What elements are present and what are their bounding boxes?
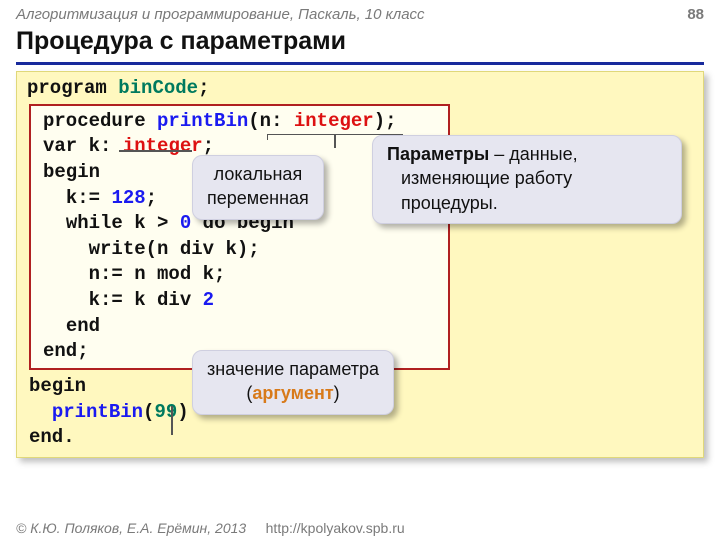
semi3: ; [203,135,214,157]
type-integer: integer [294,110,374,132]
kw-begin-2: begin [29,375,86,397]
semi: ; [198,77,209,99]
id-printBin: printBin [157,110,248,132]
footer-url: http://kpolyakov.spb.ru [266,520,405,536]
colon2: : [100,135,111,157]
callout-arg-close: ) [334,383,340,403]
code-line-nmod: n:= n mod k; [43,262,436,288]
course-label: Алгоритмизация и программирование, Паска… [16,6,425,23]
num-128: 128 [111,187,145,209]
semi4: ; [146,187,157,209]
callout-params: Параметры – данные, изменяющие работу пр… [372,135,682,224]
pointer-local-var [119,150,192,152]
title-rule [16,62,704,65]
code-block: program binCode; procedure printBin(n: i… [16,71,704,458]
title-wrap: Процедура с параметрами [16,25,704,65]
n-rhs: k; [203,263,226,285]
assign-k: k:= [66,187,100,209]
end-semi: end; [43,340,89,362]
id-binCode: binCode [118,77,198,99]
callout-params-l3: процедуры. [387,191,667,215]
callout-local-var-l1: локальная [207,162,309,186]
callout-local-var-l2: переменная [207,186,309,210]
callout-params-l1: Параметры – данные, [387,142,667,166]
code-line-write: write(n div k); [43,237,436,263]
cond: k > [134,212,168,234]
type-integer-2: integer [123,135,203,157]
code-line-end: end [43,314,436,340]
semi2: ; [385,110,396,132]
footer: © К.Ю. Поляков, Е.А. Ерёмин, 2013 http:/… [16,520,405,536]
page-title: Процедура с параметрами [16,25,704,62]
call-close: ) [177,401,188,423]
pointer-argument [171,406,173,434]
callout-params-strong: Параметры [387,144,489,164]
end-dot: end. [29,426,75,448]
call-arg-99: 99 [154,401,177,423]
param-n: n [260,110,271,132]
callout-params-rest: – данные, [489,144,577,164]
write-call: write(n [89,238,169,260]
num-2: 2 [203,289,214,311]
footer-copyright: © К.Ю. Поляков, Е.А. Ерёмин, 2013 [16,520,246,536]
write-rhs: k); [225,238,259,260]
kw-begin: begin [43,161,100,183]
kw-while: while [66,212,123,234]
code-line-procedure: procedure printBin(n: integer); [43,109,436,135]
param-bracket-stem [334,134,336,148]
num-0: 0 [180,212,191,234]
code-line-program: program binCode; [27,76,693,102]
page-number: 88 [687,6,704,23]
div-kw: div [180,238,214,260]
header: Алгоритмизация и программирование, Паска… [0,0,720,25]
kw-program: program [27,77,107,99]
kw-var: var [43,135,77,157]
k-assign: k:= k [89,289,146,311]
callout-argument: значение параметра (аргумент) [192,350,394,415]
id-printBin-call: printBin [52,401,143,423]
kw-procedure: procedure [43,110,146,132]
callout-arg-l2: (аргумент) [207,381,379,405]
callout-params-l2: изменяющие работу [387,166,667,190]
callout-arg-l1: значение параметра [207,357,379,381]
pointer-argument-h [171,434,173,435]
mod-kw: mod [157,263,191,285]
n-assign: n:= n [89,263,146,285]
callout-local-var: локальная переменная [192,155,324,220]
code-line-end-dot: end. [29,425,693,451]
code-line-kdiv: k:= k div 2 [43,288,436,314]
var-k: k [89,135,100,157]
call-open: ( [143,401,154,423]
callout-arg-word: аргумент [252,383,333,403]
kw-end: end [66,315,100,337]
paren-open: ( [248,110,259,132]
slide-page: Алгоритмизация и программирование, Паска… [0,0,720,540]
paren-close: ) [374,110,385,132]
div-kw-2: div [157,289,191,311]
colon: : [271,110,282,132]
